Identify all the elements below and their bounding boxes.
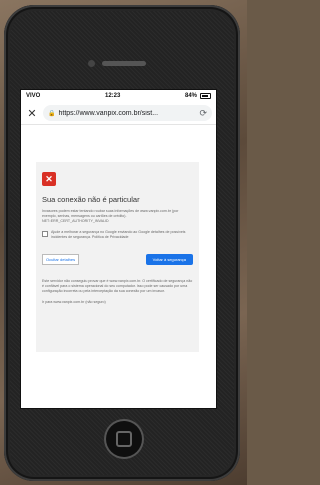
back-to-safety-button[interactable]: Voltar à segurança bbox=[145, 254, 193, 265]
home-button[interactable] bbox=[106, 421, 142, 457]
proceed-link[interactable]: Ir para www.vanpix.com.br (não seguro) bbox=[42, 300, 193, 304]
battery-icon bbox=[200, 93, 211, 99]
lock-icon: 🔒 bbox=[48, 110, 56, 117]
earpiece bbox=[102, 61, 146, 66]
report-checkbox-label: Ajude a melhorar a segurança no Google e… bbox=[51, 230, 186, 239]
error-title: Sua conexão não é particular bbox=[42, 195, 140, 204]
carrier-label: VIVO bbox=[26, 93, 41, 99]
battery-percent: 84% bbox=[184, 93, 197, 99]
warning-lock-icon: ✕ bbox=[42, 172, 56, 186]
button-row: Ocultar detalhes Voltar à segurança bbox=[42, 254, 193, 265]
hide-details-button[interactable]: Ocultar detalhes bbox=[42, 254, 80, 265]
status-bar: VIVO 12:23 84% bbox=[21, 90, 216, 102]
report-checkbox[interactable] bbox=[42, 231, 48, 237]
clock: 12:23 bbox=[104, 93, 121, 99]
address-bar[interactable]: 🔒 https://www.vanpix.com.br/sist... ⟳ bbox=[43, 105, 212, 121]
front-camera bbox=[88, 60, 95, 67]
reload-icon[interactable]: ⟳ bbox=[199, 108, 207, 119]
error-description: Invasores podem estar tentando roubar su… bbox=[42, 209, 179, 223]
browser-toolbar: ✕ 🔒 https://www.vanpix.com.br/sist... ⟳ bbox=[21, 102, 216, 125]
error-card: ✕ Sua conexão não é particular Invasores… bbox=[36, 162, 199, 352]
details-text: Este servidor não conseguiu provar que é… bbox=[42, 279, 193, 293]
close-icon[interactable]: ✕ bbox=[25, 107, 39, 120]
url-text: https://www.vanpix.com.br/sist... bbox=[58, 109, 159, 117]
report-checkbox-row[interactable]: Ajude a melhorar a segurança no Google e… bbox=[42, 230, 193, 240]
phone-screen: VIVO 12:23 84% ✕ 🔒 https://www.vanpix.co… bbox=[20, 89, 217, 409]
